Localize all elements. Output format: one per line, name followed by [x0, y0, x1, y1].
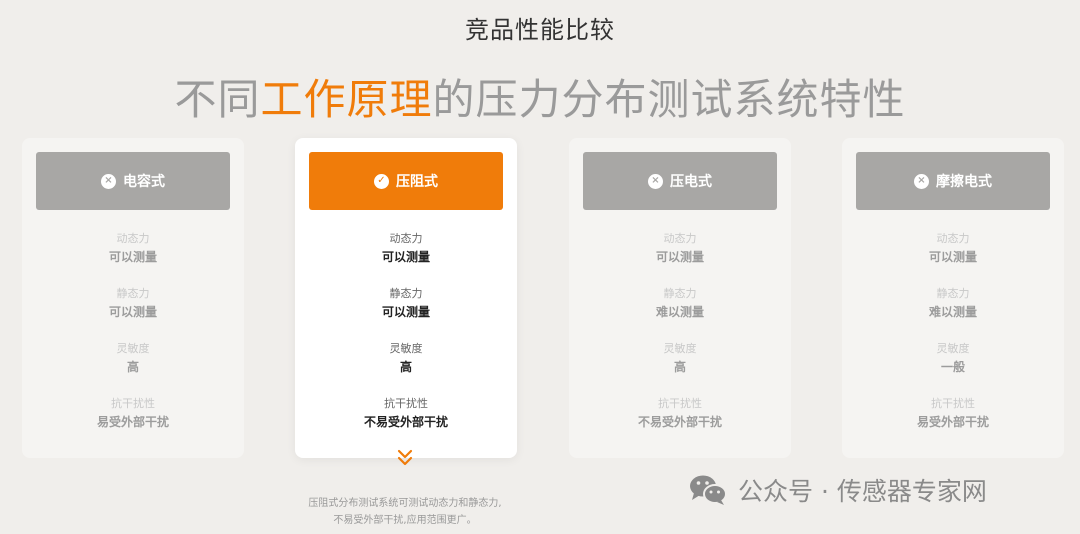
close-circle-icon: × — [914, 173, 929, 189]
section-eyebrow: 竞品性能比较 — [465, 16, 615, 44]
metric-value: 高 — [673, 360, 686, 374]
metric-static: 静态力 可以测量 — [295, 287, 517, 320]
metric-value: 一般 — [940, 360, 965, 374]
metric-label: 抗干扰性 — [384, 397, 428, 410]
metric-label: 静态力 — [116, 287, 150, 300]
metric-label: 静态力 — [389, 287, 423, 300]
metric-dynamic: 动态力 可以测量 — [842, 232, 1064, 265]
account-watermark: 公众号 · 传感器专家网 — [688, 472, 987, 508]
metric-interference: 抗干扰性易受外部干扰 — [842, 397, 1064, 430]
metric-label: 抗干扰性 — [111, 397, 155, 410]
metric-label: 灵敏度 — [663, 342, 697, 355]
metric-static: 静态力 难以测量 — [569, 287, 791, 320]
metric-value: 可以测量 — [381, 305, 430, 319]
metric-value: 可以测量 — [928, 250, 977, 264]
metric-value: 易受外部干扰 — [916, 415, 989, 429]
comparison-card-piezoresistive[interactable]: ✓ 压阻式 动态力 可以测量 静态力 可以测量 灵敏度高 抗干扰性 不易受外部干扰 — [295, 138, 517, 458]
metric-value: 高 — [399, 360, 412, 374]
metric-sensitivity: 灵敏度高 — [569, 342, 791, 375]
metric-sensitivity: 灵敏度高 — [22, 342, 244, 375]
watermark-text: 公众号 · 传感器专家网 — [738, 477, 987, 506]
metric-interference: 抗干扰性不易受外部干扰 — [295, 397, 517, 430]
card-header[interactable]: × 压电式 — [583, 152, 777, 210]
card-header[interactable]: × 电容式 — [36, 152, 230, 210]
card-title: 摩擦电式 — [936, 174, 992, 190]
metric-sensitivity: 灵敏度 一般 — [842, 342, 1064, 375]
comparison-card-piezoelectric[interactable]: × 压电式 动态力可以测量 静态力难以测量 灵敏度高 抗干扰性不易受外部干扰 — [569, 138, 791, 458]
metric-value: 可以测量 — [108, 250, 157, 264]
metric-value: 可以测量 — [108, 305, 157, 319]
metric-interference: 抗干扰性不易受外部干扰 — [569, 397, 791, 430]
metric-label: 动态力 — [663, 232, 697, 245]
card-header[interactable]: ✓ 压阻式 — [309, 152, 503, 210]
page-headline: 不同工作原理的压力分布测试系统特性 — [0, 66, 1080, 127]
metric-label: 静态力 — [663, 287, 697, 300]
summary-note-line: 不易受外部干扰,应用范围更广。 — [333, 515, 477, 526]
metric-label: 抗干扰性 — [658, 397, 702, 410]
close-circle-icon: × — [101, 173, 116, 189]
metric-label: 抗干扰性 — [931, 397, 975, 410]
metric-label: 动态力 — [389, 232, 423, 245]
summary-note: 压阻式分布测试系统可测试动态力和静态力, 不易受外部干扰,应用范围更广。 — [280, 495, 530, 529]
metric-value: 高 — [126, 360, 139, 374]
metric-value: 不易受外部干扰 — [637, 415, 722, 429]
close-circle-icon: × — [648, 173, 663, 189]
comparison-card-triboelectric[interactable]: × 摩擦电式 动态力可以测量 静态力难以测量 灵敏度一般 抗干扰性易受外部干扰 — [842, 138, 1064, 458]
headline-post: 的压力分布测试系统特性 — [432, 75, 906, 124]
card-title: 压阻式 — [396, 174, 438, 190]
metric-label: 静态力 — [936, 287, 970, 300]
metric-label: 灵敏度 — [116, 342, 150, 355]
metric-value: 易受外部干扰 — [96, 415, 169, 429]
metric-static: 静态力 可以测量 — [22, 287, 244, 320]
headline-pre: 不同 — [174, 75, 261, 124]
comparison-card-capacitive[interactable]: × 电容式 动态力 可以测量 静态力 可以测量 灵敏度高 抗干扰性 易受外部干扰 — [22, 138, 244, 458]
metric-dynamic: 动态力 可以测量 — [295, 232, 517, 265]
metric-label: 动态力 — [116, 232, 150, 245]
card-header[interactable]: × 摩擦电式 — [856, 152, 1050, 210]
metric-dynamic: 动态力 可以测量 — [22, 232, 244, 265]
metric-label: 灵敏度 — [389, 342, 423, 355]
card-title: 压电式 — [670, 174, 712, 190]
double-chevron-down-icon[interactable] — [390, 449, 420, 467]
metric-value: 难以测量 — [655, 305, 704, 319]
card-title: 电容式 — [123, 174, 165, 190]
summary-note-line: 压阻式分布测试系统可测试动态力和静态力, — [308, 498, 502, 509]
metric-static: 静态力 难以测量 — [842, 287, 1064, 320]
metric-label: 灵敏度 — [936, 342, 970, 355]
metric-label: 动态力 — [936, 232, 970, 245]
metric-value: 不易受外部干扰 — [363, 415, 448, 429]
check-circle-icon: ✓ — [374, 173, 389, 189]
wechat-icon — [690, 475, 727, 505]
metric-value: 难以测量 — [928, 305, 977, 319]
headline-highlight: 工作原理 — [260, 75, 433, 124]
metric-interference: 抗干扰性易受外部干扰 — [22, 397, 244, 430]
metric-sensitivity: 灵敏度高 — [295, 342, 517, 375]
metric-value: 可以测量 — [655, 250, 704, 264]
metric-value: 可以测量 — [381, 250, 430, 264]
metric-dynamic: 动态力 可以测量 — [569, 232, 791, 265]
